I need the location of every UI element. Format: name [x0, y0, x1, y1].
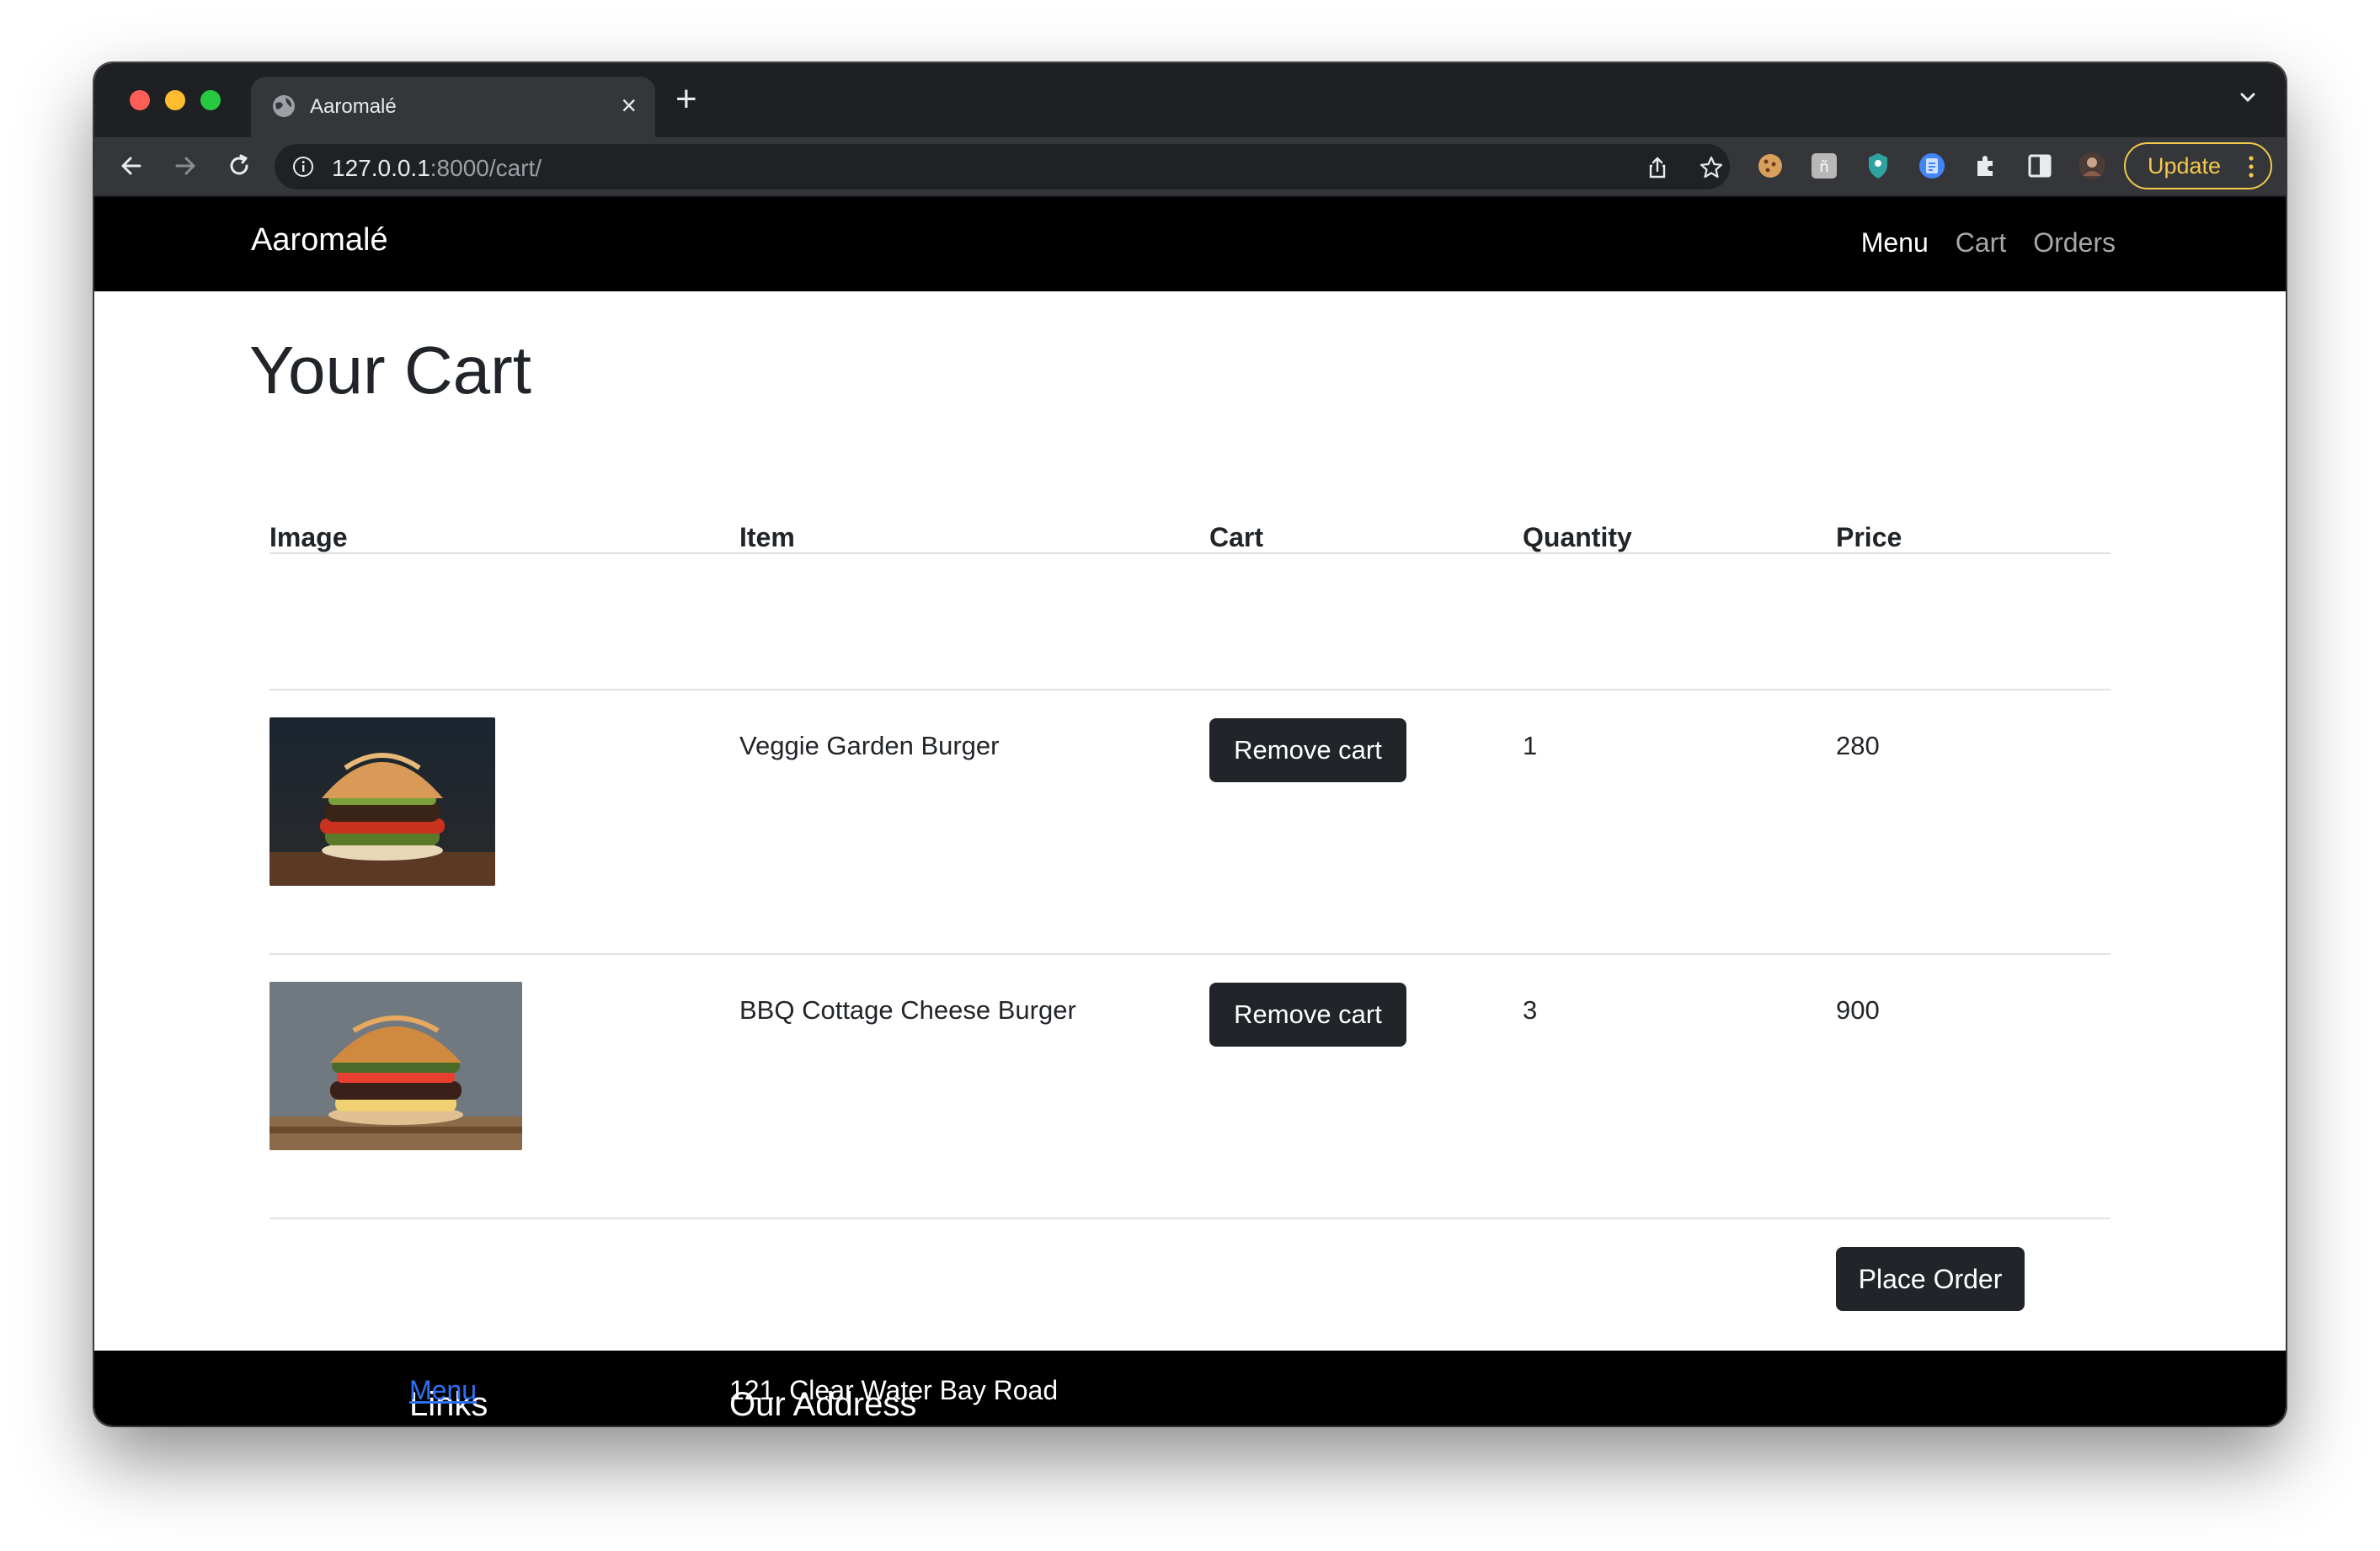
tab-title: Aaromalé [310, 95, 397, 118]
header-divider [269, 689, 2111, 690]
veggie-burger-image [269, 717, 495, 886]
table-top-divider [269, 552, 2111, 554]
window-controls [130, 90, 221, 110]
row-divider [269, 953, 2111, 955]
profile-avatar-icon[interactable] [2075, 149, 2109, 183]
address-bar[interactable]: 127.0.0.1:8000/cart/ [275, 144, 1730, 189]
nav-orders-link[interactable]: Orders [2033, 227, 2116, 258]
cart-item-price: 280 [1836, 731, 1880, 760]
footer-address-line: 121, Clear Water Bay Road [729, 1375, 1059, 1405]
update-button[interactable]: Update [2124, 142, 2272, 189]
place-order-button[interactable]: Place Order [1836, 1247, 2025, 1311]
svg-text:ñ: ñ [1819, 158, 1828, 176]
site-navbar: Aaromalé Menu Cart Orders [94, 197, 2286, 291]
globe-icon [273, 95, 295, 117]
column-header-image: Image [269, 522, 348, 552]
translate-extension-icon[interactable]: ñ [1807, 149, 1841, 183]
reload-icon[interactable] [221, 147, 258, 184]
nav-cart-link[interactable]: Cart [1956, 227, 2006, 258]
cart-item-price: 900 [1836, 995, 1880, 1025]
puzzle-extensions-icon[interactable] [1969, 149, 2003, 183]
column-header-item: Item [739, 522, 795, 552]
new-tab-icon[interactable]: + [675, 78, 697, 120]
browser-tab[interactable]: Aaromalé × [251, 77, 655, 137]
nav-links: Menu Cart Orders [1861, 227, 2116, 258]
bookmark-star-icon[interactable] [1698, 154, 1725, 181]
cart-item-quantity: 3 [1523, 995, 1538, 1025]
side-panel-icon[interactable] [2023, 149, 2057, 183]
browser-toolbar: 127.0.0.1:8000/cart/ ñ Update [94, 137, 2286, 197]
web-page: Aaromalé Menu Cart Orders Your Cart Imag… [94, 197, 2286, 1426]
more-vertical-icon [2249, 156, 2254, 178]
zoom-window-button[interactable] [200, 90, 221, 110]
cookie-extension-icon[interactable] [1753, 149, 1787, 183]
footer-content: Menu 121, Clear Water Bay Road [94, 1351, 2286, 1426]
close-window-button[interactable] [130, 90, 150, 110]
cart-item-name: BBQ Cottage Cheese Burger [739, 995, 1076, 1025]
cart-item-quantity: 1 [1523, 731, 1538, 760]
column-header-quantity: Quantity [1523, 522, 1632, 552]
nav-menu-link[interactable]: Menu [1861, 227, 1929, 258]
browser-window: Aaromalé × + 127.0.0.1:8000/cart/ ñ Upda… [94, 63, 2286, 1426]
update-button-label: Update [2148, 153, 2222, 179]
column-header-cart: Cart [1209, 522, 1264, 552]
share-icon[interactable] [1644, 154, 1671, 181]
back-arrow-icon[interactable] [113, 147, 150, 184]
bbq-burger-image [269, 982, 522, 1150]
row-divider [269, 1218, 2111, 1219]
page-title: Your Cart [249, 333, 531, 408]
column-header-price: Price [1836, 522, 1902, 552]
url-path: :8000/cart/ [430, 155, 542, 181]
shield-extension-icon[interactable] [1861, 149, 1895, 183]
close-tab-icon[interactable]: × [621, 90, 637, 120]
url-text: 127.0.0.1:8000/cart/ [332, 155, 542, 182]
forward-arrow-icon[interactable] [167, 147, 204, 184]
chevron-down-icon[interactable] [2235, 85, 2260, 110]
info-icon[interactable] [291, 155, 315, 179]
footer-menu-link[interactable]: Menu [409, 1375, 477, 1406]
minimize-window-button[interactable] [165, 90, 185, 110]
tab-bar: Aaromalé × + [94, 63, 2286, 137]
remove-cart-button[interactable]: Remove cart [1209, 718, 1406, 782]
remove-cart-button[interactable]: Remove cart [1209, 983, 1406, 1047]
cart-item-name: Veggie Garden Burger [739, 731, 1000, 760]
docs-extension-icon[interactable] [1915, 149, 1949, 183]
url-host: 127.0.0.1 [332, 155, 430, 181]
site-brand[interactable]: Aaromalé [251, 222, 388, 258]
